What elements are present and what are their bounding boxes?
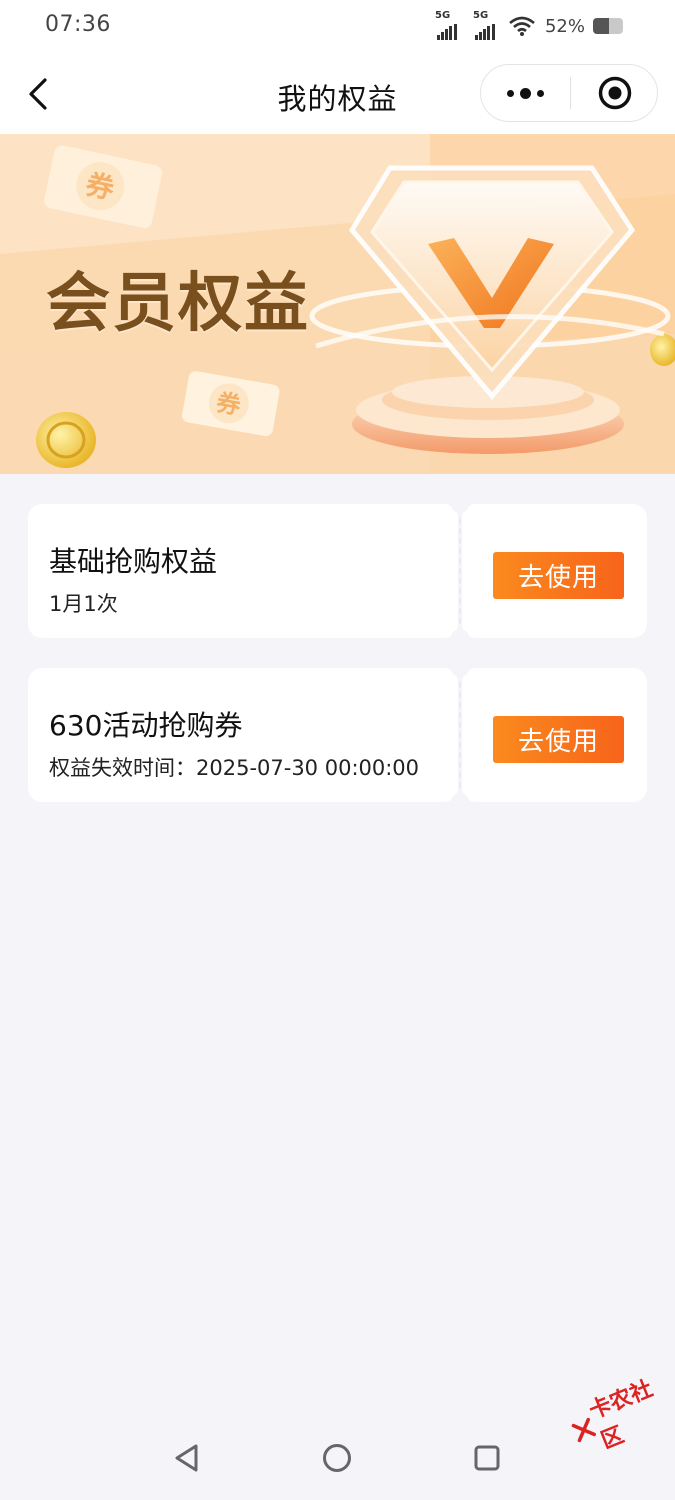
banner-title: 会员权益 [46, 267, 310, 341]
ticket-notch [451, 629, 469, 647]
benefit-subtitle: 1月1次 [49, 592, 118, 616]
system-recents-button[interactable] [467, 1438, 507, 1478]
benefit-subtitle: 权益失效时间：2025-07-30 00:00:00 [49, 756, 420, 780]
use-benefit-button[interactable]: 去使用 [493, 552, 624, 599]
ticket-divider [459, 518, 461, 624]
benefit-title: 630活动抢购券 [49, 709, 243, 742]
battery-icon [593, 18, 623, 34]
ticket-notch [451, 495, 469, 513]
ticket-divider [459, 682, 461, 788]
circle-home-icon [323, 1444, 351, 1472]
wifi-icon [509, 16, 535, 36]
cellular-signal-icon: 5G [434, 10, 457, 40]
battery-level [593, 18, 609, 34]
benefit-title: 基础抢购权益 [49, 545, 218, 578]
more-dots-icon [519, 87, 531, 99]
benefit-card: 630活动抢购券 权益失效时间：2025-07-30 00:00:00 去使用 [28, 659, 647, 811]
more-dots-icon [536, 89, 544, 97]
more-dots-icon [506, 89, 514, 97]
use-benefit-button[interactable]: 去使用 [493, 716, 624, 763]
battery-percent: 52% [544, 15, 585, 37]
target-icon [598, 76, 632, 110]
more-button[interactable] [481, 65, 569, 121]
triangle-back-icon [175, 1444, 198, 1472]
signal-label: 5G [472, 10, 489, 21]
system-back-button[interactable] [167, 1438, 207, 1478]
system-home-button[interactable] [317, 1438, 357, 1478]
close-mini-program-button[interactable] [572, 65, 658, 121]
capsule-divider [570, 77, 571, 109]
benefit-card-info: 630活动抢购券 权益失效时间：2025-07-30 00:00:00 [28, 668, 458, 802]
benefit-card: 基础抢购权益 1月1次 去使用 [28, 495, 647, 647]
square-recents-icon [474, 1445, 500, 1471]
ticket-notch [451, 659, 469, 677]
benefit-card-info: 基础抢购权益 1月1次 [28, 504, 458, 638]
status-icons: 5G 5G 52% [434, 10, 623, 40]
status-time: 07:36 [45, 12, 111, 37]
cellular-signal-icon: 5G [472, 10, 495, 40]
nav-bar: 我的权益 [0, 54, 675, 134]
signal-label: 5G [434, 10, 451, 21]
member-benefits-banner: 券 券 会员权益 [0, 134, 675, 474]
ticket-notch [451, 793, 469, 811]
status-bar: 07:36 5G 5G 52% [0, 0, 675, 54]
coin-icon [36, 412, 96, 468]
mini-program-capsule [480, 64, 658, 122]
